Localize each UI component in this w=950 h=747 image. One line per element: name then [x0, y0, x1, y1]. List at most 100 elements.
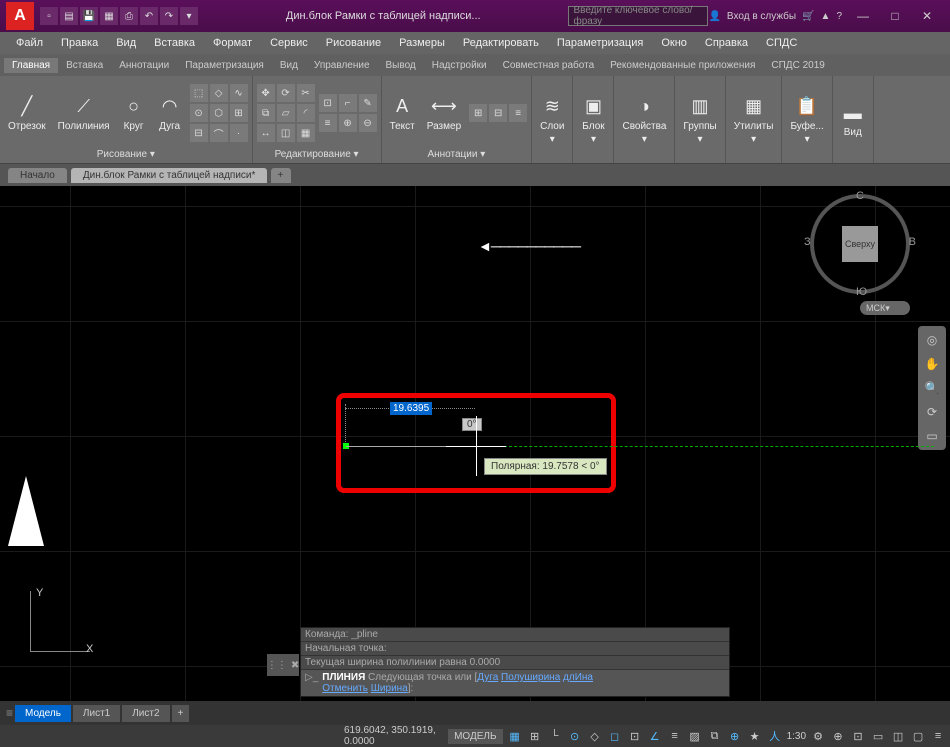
annotation-scale[interactable]: 1:30: [787, 731, 806, 742]
lineweight-toggle[interactable]: ≡: [667, 727, 683, 745]
panel-draw-title[interactable]: Рисование ▾: [4, 148, 248, 161]
ucs-icon[interactable]: Y X: [30, 591, 110, 671]
help-icon[interactable]: ?: [836, 11, 842, 22]
properties-button[interactable]: ◑Свойства▾: [618, 93, 670, 147]
menu-draw[interactable]: Рисование: [318, 35, 389, 51]
menu-view[interactable]: Вид: [108, 35, 144, 51]
tool-icon[interactable]: ·: [230, 124, 248, 142]
snap-toggle[interactable]: ⊞: [527, 727, 543, 745]
layout1-tab[interactable]: Лист1: [73, 705, 120, 722]
user-icon[interactable]: 👤: [708, 11, 720, 22]
stretch-icon[interactable]: ↔: [257, 124, 275, 142]
qat-open-icon[interactable]: ▤: [60, 7, 78, 25]
menu-insert[interactable]: Вставка: [146, 35, 203, 51]
panel-anno-title[interactable]: Аннотации ▾: [386, 148, 528, 161]
tool-icon[interactable]: ⌐: [339, 94, 357, 112]
app-logo[interactable]: A: [6, 2, 34, 30]
view-button[interactable]: ▬Вид: [837, 99, 869, 140]
polyline-button[interactable]: ⟋Полилиния: [54, 93, 114, 134]
line-button[interactable]: ╱Отрезок: [4, 93, 50, 134]
qat-redo-icon[interactable]: ↷: [160, 7, 178, 25]
a360-icon[interactable]: ▲: [821, 11, 831, 22]
arc-button[interactable]: ◠Дуга: [154, 93, 186, 134]
move-icon[interactable]: ✥: [257, 84, 275, 102]
tool-icon[interactable]: ⊕: [339, 114, 357, 132]
tool-icon[interactable]: ✎: [359, 94, 377, 112]
menu-file[interactable]: Файл: [8, 35, 51, 51]
transparency-toggle[interactable]: ▨: [687, 727, 703, 745]
cmd-close-icon[interactable]: ✖: [291, 660, 299, 671]
clipboard-button[interactable]: 📋Буфе...▾: [786, 93, 827, 147]
angle-input[interactable]: 0°: [462, 418, 482, 431]
tool-icon[interactable]: ⬡: [210, 104, 228, 122]
scale-icon[interactable]: ◫: [277, 124, 295, 142]
tab-parametric[interactable]: Параметризация: [177, 58, 272, 73]
3dosnap-toggle[interactable]: ⊡: [627, 727, 643, 745]
tool-icon[interactable]: ⊖: [359, 114, 377, 132]
nav-zoom-icon[interactable]: 🔍: [922, 378, 942, 398]
copy-icon[interactable]: ⧉: [257, 104, 275, 122]
layout-add-tab[interactable]: +: [172, 705, 190, 722]
tool-icon[interactable]: ⊟: [489, 104, 507, 122]
model-tab[interactable]: Модель: [15, 705, 71, 722]
nav-wheel-icon[interactable]: ◎: [922, 330, 942, 350]
cursor-coords[interactable]: 619.6042, 350.1919, 0.0000: [344, 725, 444, 747]
tab-spds[interactable]: СПДС 2019: [763, 58, 832, 73]
tool-icon[interactable]: ⊞: [469, 104, 487, 122]
dynamic-input-toggle[interactable]: ⊕: [727, 727, 743, 745]
hw-accel-icon[interactable]: ▭: [870, 727, 886, 745]
cmd-input-line[interactable]: ▷_ ПЛИНИЯ Следующая точка или [Дуга Полу…: [301, 670, 729, 696]
tab-featured[interactable]: Рекомендованные приложения: [602, 58, 763, 73]
dimension-button[interactable]: ⟷Размер: [423, 93, 465, 134]
nav-pan-icon[interactable]: ✋: [922, 354, 942, 374]
doc-tab-start[interactable]: Начало: [8, 168, 67, 183]
isolate-icon[interactable]: ◫: [890, 727, 906, 745]
annomon-icon[interactable]: ⊕: [830, 727, 846, 745]
menu-format[interactable]: Формат: [205, 35, 260, 51]
cmd-handle[interactable]: ⋮⋮✖: [267, 654, 299, 676]
fillet-icon[interactable]: ◜: [297, 104, 315, 122]
tool-icon[interactable]: ⊙: [190, 104, 208, 122]
customize-icon[interactable]: ≡: [930, 727, 946, 745]
tool-icon[interactable]: ⬚: [190, 84, 208, 102]
minimize-button[interactable]: —: [848, 6, 878, 26]
block-button[interactable]: ▣Блок▾: [577, 93, 609, 147]
viewcube[interactable]: Сверху С Ю З В: [810, 194, 910, 294]
utilities-button[interactable]: ▦Утилиты▾: [730, 93, 778, 147]
login-label[interactable]: Вход в службы: [727, 11, 796, 22]
iso-toggle[interactable]: ◇: [587, 727, 603, 745]
layers-button[interactable]: ≋Слои▾: [536, 93, 568, 147]
cycling-toggle[interactable]: ⧉: [707, 727, 723, 745]
grid-toggle[interactable]: ▦: [507, 727, 523, 745]
distance-input[interactable]: 19.6395: [390, 402, 432, 415]
tool-icon[interactable]: ∿: [230, 84, 248, 102]
groups-button[interactable]: ▥Группы▾: [679, 93, 720, 147]
menu-edit[interactable]: Правка: [53, 35, 106, 51]
command-window[interactable]: ⋮⋮✖ Команда: _pline Начальная точка: Тек…: [300, 627, 730, 697]
drawing-canvas[interactable]: ◄────────── Сверху С Ю З В МСК ▾ ◎ ✋ 🔍 ⟳…: [0, 186, 950, 701]
qat-save-icon[interactable]: 💾: [80, 7, 98, 25]
mirror-icon[interactable]: ▱: [277, 104, 295, 122]
layout2-tab[interactable]: Лист2: [122, 705, 169, 722]
doc-tab-new[interactable]: +: [271, 168, 291, 183]
qat-more-icon[interactable]: ▾: [180, 7, 198, 25]
tool-icon[interactable]: ≡: [319, 114, 337, 132]
qat-plot-icon[interactable]: ⎙: [120, 7, 138, 25]
menu-dimension[interactable]: Размеры: [391, 35, 453, 51]
doc-tab-current[interactable]: Дин.блок Рамки с таблицей надписи*: [71, 168, 268, 183]
workspace-icon[interactable]: ⚙: [810, 727, 826, 745]
tab-home[interactable]: Главная: [4, 58, 58, 73]
quick-props-toggle[interactable]: ★: [747, 727, 763, 745]
tab-collab[interactable]: Совместная работа: [495, 58, 603, 73]
text-button[interactable]: AТекст: [386, 93, 419, 134]
tab-insert[interactable]: Вставка: [58, 58, 111, 73]
tab-output[interactable]: Вывод: [378, 58, 424, 73]
tool-icon[interactable]: ⊡: [319, 94, 337, 112]
qat-new-icon[interactable]: ▫: [40, 7, 58, 25]
menu-tools[interactable]: Сервис: [262, 35, 316, 51]
annoscale-toggle[interactable]: 人: [767, 727, 783, 745]
circle-button[interactable]: ○Круг: [118, 93, 150, 134]
tab-view[interactable]: Вид: [272, 58, 306, 73]
array-icon[interactable]: ▦: [297, 124, 315, 142]
tool-icon[interactable]: ◇: [210, 84, 228, 102]
